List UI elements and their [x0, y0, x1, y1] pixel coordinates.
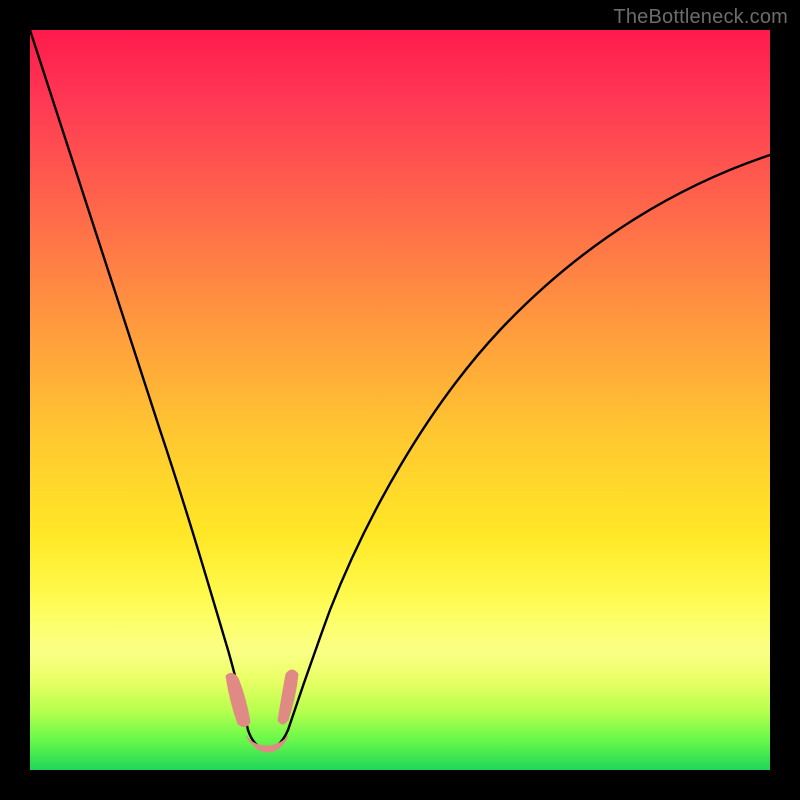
plot-area [30, 30, 770, 770]
curve-right-branch [288, 155, 770, 730]
curve-left-branch [30, 30, 248, 730]
marker-right [278, 670, 298, 724]
trough-markers [226, 670, 298, 752]
bottleneck-curve [30, 30, 770, 770]
watermark-text: TheBottleneck.com [613, 6, 788, 29]
marker-left [226, 673, 250, 726]
chart-frame: TheBottleneck.com [0, 0, 800, 800]
